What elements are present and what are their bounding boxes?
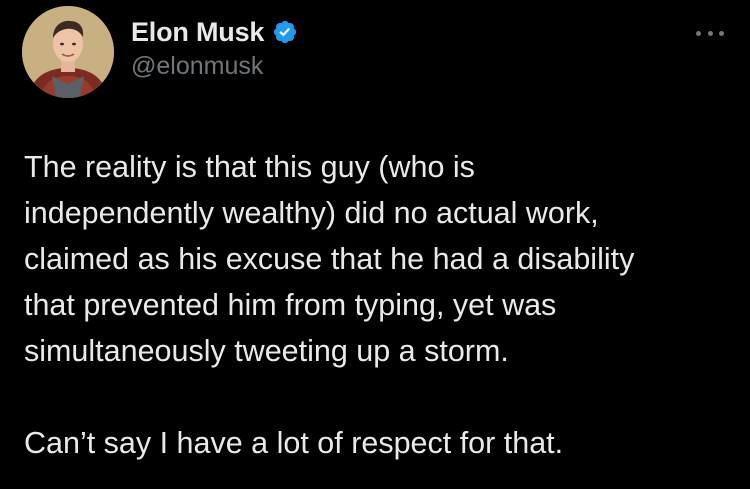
tweet-paragraph: The reality is that this guy (who is ind… (24, 150, 635, 368)
avatar-image (22, 6, 114, 98)
display-name[interactable]: Elon Musk (131, 17, 264, 48)
ellipsis-icon-dot (719, 30, 724, 36)
tweet-card: Elon Musk @elonmusk The reality is that … (0, 0, 750, 489)
ellipsis-icon-dot (696, 30, 701, 36)
ellipsis-icon-dot (707, 30, 713, 36)
tweet-paragraph: Can’t say I have a lot of respect for th… (24, 426, 564, 460)
verified-badge-icon (272, 19, 298, 45)
tweet-text: The reality is that this guy (who is ind… (24, 144, 724, 466)
more-options-button[interactable] (696, 26, 724, 40)
author-name-row: Elon Musk (131, 14, 298, 50)
avatar[interactable] (22, 6, 114, 98)
author-handle[interactable]: @elonmusk (131, 52, 263, 81)
